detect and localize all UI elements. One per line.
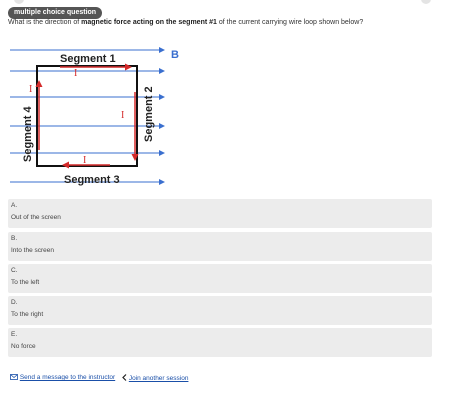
choice-letter: A.: [11, 202, 18, 209]
choice-text: No force: [11, 343, 36, 350]
question-prefix: What is the direction of: [8, 19, 82, 26]
segment-4-label: Segment 4: [22, 105, 34, 162]
current-label-bottom: I: [83, 155, 86, 166]
join-session-link[interactable]: Join another session: [122, 374, 188, 382]
current-label-top: I: [74, 68, 77, 79]
segment-1-label: Segment 1: [60, 53, 116, 65]
question-text: What is the direction of magnetic force …: [8, 19, 363, 26]
choice-text: To the left: [11, 279, 40, 286]
choice-d[interactable]: D. To the right: [8, 296, 432, 325]
segment-2-label: Segment 2: [143, 86, 155, 142]
question-type-badge: multiple choice question: [8, 7, 103, 19]
chevron-left-icon: [122, 374, 127, 381]
choice-text: To the right: [11, 311, 44, 318]
current-label-right: I: [121, 110, 124, 121]
question-emphasis: magnetic force acting on the segment #1: [81, 19, 217, 26]
top-bar-decoration: [14, 0, 24, 4]
choice-a[interactable]: A. Out of the screen: [8, 199, 432, 228]
choice-e[interactable]: E. No force: [8, 328, 432, 357]
segment-3-label: Segment 3: [64, 174, 120, 186]
mail-icon: [10, 374, 18, 380]
current-label-left: I: [29, 84, 32, 95]
question-suffix: of the current carrying wire loop shown …: [216, 19, 364, 26]
choice-text: Into the screen: [11, 247, 54, 254]
choice-letter: D.: [11, 299, 18, 306]
choice-letter: C.: [11, 267, 18, 274]
choice-c[interactable]: C. To the left: [8, 264, 432, 293]
top-bar-decoration: [421, 0, 431, 4]
wire-loop-diagram: I I I I Segment 1 Segment 3 Segment 2 Se…: [10, 47, 179, 186]
choice-letter: E.: [11, 331, 18, 338]
send-message-link[interactable]: Send a message to the instructor: [10, 374, 115, 381]
join-session-label[interactable]: Join another session: [129, 375, 189, 382]
choice-letter: B.: [11, 235, 18, 242]
choice-b[interactable]: B. Into the screen: [8, 232, 432, 261]
field-label: B: [171, 49, 179, 61]
send-message-label[interactable]: Send a message to the instructor: [20, 374, 115, 381]
choice-text: Out of the screen: [11, 214, 61, 221]
